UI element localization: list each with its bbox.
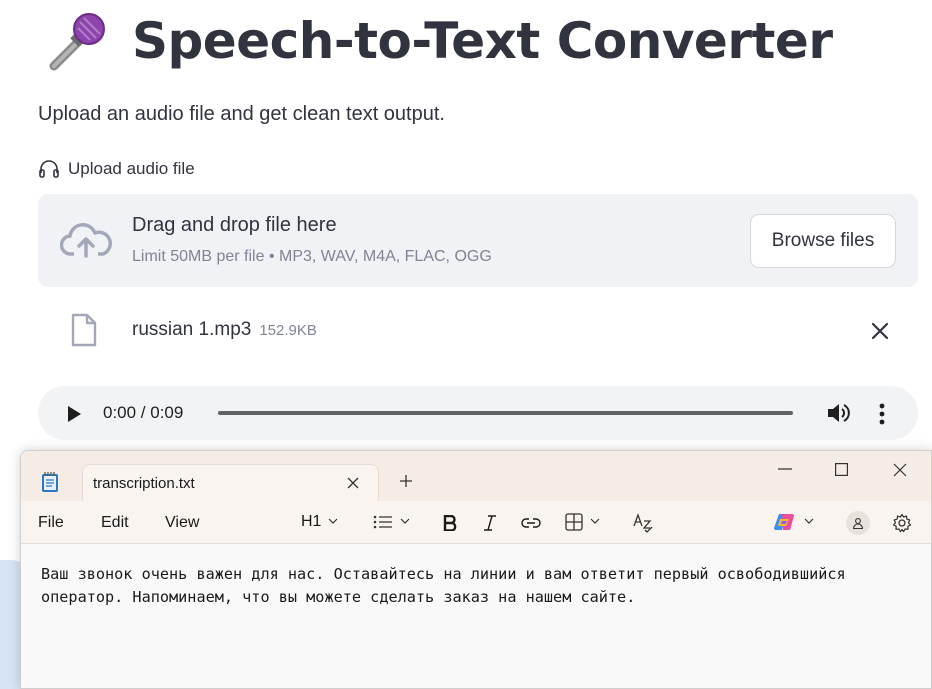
chevron-down-icon: [400, 518, 410, 524]
maximize-icon[interactable]: [835, 463, 848, 476]
menu-edit[interactable]: Edit: [101, 514, 129, 532]
notepad-window: transcription.txt File Edit View H1 Ваш …: [20, 450, 932, 689]
notepad-text-area[interactable]: Ваш звонок очень важен для нас. Оставайт…: [41, 563, 921, 609]
notepad-menubar: File Edit View H1: [21, 501, 931, 544]
page-subtitle: Upload an audio file and get clean text …: [38, 103, 445, 125]
chevron-down-icon: [590, 518, 600, 524]
dropzone-limits: Limit 50MB per file • MP3, WAV, M4A, FLA…: [132, 248, 492, 265]
list-icon: [373, 515, 392, 529]
settings-gear-icon[interactable]: [892, 513, 912, 533]
user-icon: [852, 518, 864, 529]
page-title: Speech-to-Text Converter: [132, 12, 833, 70]
volume-icon[interactable]: [827, 402, 851, 424]
menu-file[interactable]: File: [38, 514, 64, 532]
upload-label-text: Upload audio file: [68, 159, 195, 178]
table-icon: [565, 513, 583, 531]
heading-dropdown-value: H1: [301, 513, 322, 530]
file-size: 152.9KB: [259, 322, 317, 339]
browse-files-button[interactable]: Browse files: [750, 214, 896, 268]
menu-view[interactable]: View: [165, 514, 199, 532]
table-dropdown[interactable]: [565, 513, 605, 531]
file-dropzone[interactable]: Drag and drop file here Limit 50MB per f…: [38, 194, 918, 287]
file-icon: [71, 313, 97, 347]
chevron-down-icon: [329, 518, 338, 524]
italic-icon[interactable]: [483, 515, 497, 531]
copilot-icon: [774, 514, 794, 530]
file-name: russian 1.mp3 152.9KB: [132, 319, 317, 341]
copilot-dropdown[interactable]: [773, 512, 819, 532]
spellcheck-icon[interactable]: [632, 513, 654, 533]
list-dropdown[interactable]: [373, 514, 415, 530]
cloud-upload-icon: [60, 223, 112, 258]
close-tab-icon[interactable]: [346, 476, 360, 490]
file-name-text: russian 1.mp3: [132, 319, 252, 340]
notepad-tab[interactable]: transcription.txt: [82, 464, 379, 502]
play-icon[interactable]: [66, 405, 82, 423]
minimize-icon[interactable]: [778, 468, 792, 470]
remove-file-icon[interactable]: [870, 321, 890, 341]
audio-player: 0:00 / 0:09: [38, 386, 918, 440]
audio-progress-track[interactable]: [218, 411, 793, 415]
microphone-icon: [49, 13, 105, 71]
uploaded-file-row: russian 1.mp3 152.9KB: [38, 305, 918, 355]
bold-icon[interactable]: [443, 515, 457, 531]
link-icon[interactable]: [521, 517, 541, 529]
chevron-down-icon: [804, 518, 814, 524]
more-options-icon[interactable]: [878, 403, 886, 425]
notepad-app-icon: [42, 472, 58, 492]
window-close-icon[interactable]: [893, 463, 907, 477]
audio-time: 0:00 / 0:09: [103, 403, 184, 422]
page-header: Speech-to-Text Converter: [44, 8, 833, 74]
account-avatar[interactable]: [846, 511, 870, 535]
headphones-icon: [39, 160, 59, 178]
dropzone-title: Drag and drop file here: [132, 214, 337, 236]
notepad-titlebar: transcription.txt: [21, 451, 931, 502]
heading-dropdown[interactable]: H1: [301, 513, 343, 531]
new-tab-icon[interactable]: [399, 474, 413, 488]
upload-label: Upload audio file: [38, 159, 195, 179]
notepad-tab-title: transcription.txt: [93, 475, 195, 492]
